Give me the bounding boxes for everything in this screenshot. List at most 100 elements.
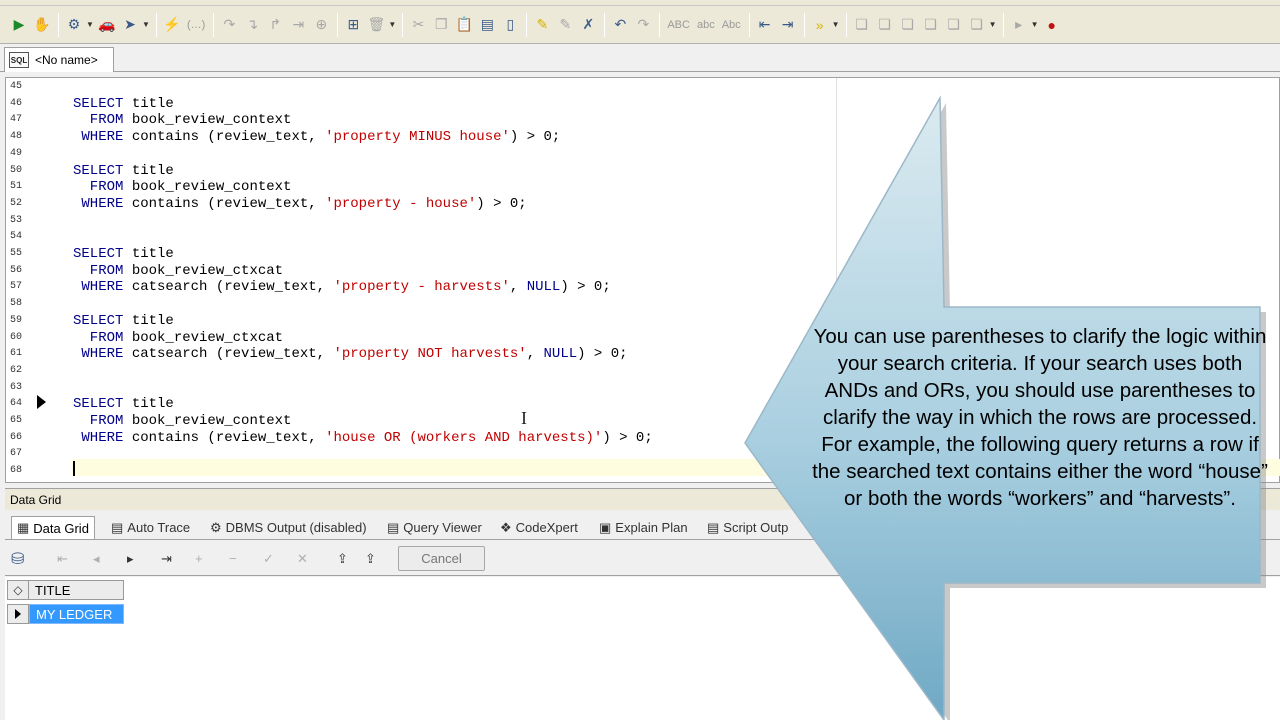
tab-data-grid[interactable]: ▦ Data Grid [11,516,95,539]
grid-corner-icon[interactable]: ◇ [7,580,29,600]
breakpoint-add-icon[interactable]: ⊕ [310,14,332,36]
window-icon[interactable]: ❏ [874,14,896,36]
format-icon[interactable]: ⚙ [63,14,85,36]
sql-text: ) > 0; [509,129,561,146]
sql-text: ) > 0; [577,346,628,363]
next-record-icon[interactable]: ▸ [127,551,134,567]
sql-keyword: SELECT [73,162,124,179]
car-icon[interactable]: 🚗 [96,14,118,36]
export-icon[interactable]: ⇪ [337,551,348,567]
sql-keyword: WHERE [73,195,124,212]
column-header-title[interactable]: TITLE [29,580,124,600]
document-tab-label: <No name> [35,53,98,67]
chevron-down-icon[interactable]: ▼ [388,20,398,29]
step-into-icon[interactable]: ↴ [241,14,263,36]
window-icon[interactable]: ❏ [920,14,942,36]
tab-query-viewer[interactable]: ▤ Query Viewer [382,516,487,539]
line-number: 48 [10,131,23,143]
sql-text: catsearch (review_text, [123,346,334,363]
record-icon[interactable]: ● [1041,14,1063,36]
chevron-down-icon[interactable]: ▼ [989,20,999,29]
chevron-down-icon[interactable]: ▼ [1031,20,1041,29]
table-cell[interactable]: MY LEDGER [29,604,124,624]
titlecase-icon[interactable]: Abc [719,14,744,36]
step-out-icon[interactable]: ↱ [264,14,286,36]
toolbar-separator [337,12,339,37]
indent-icon[interactable]: ⇤ [754,14,776,36]
cursor-icon[interactable]: ➤ [119,14,141,36]
window-icon[interactable]: ❏ [966,14,988,36]
sql-text: title [123,95,174,112]
window-icon[interactable]: ❏ [851,14,873,36]
document-tab[interactable]: SQL <No name> [4,47,114,72]
execute-icon[interactable]: ▶ [8,14,30,36]
run-icon[interactable]: ▸ [1008,14,1030,36]
ellipsis-icon[interactable]: (…) [184,14,208,36]
insert-record-icon[interactable]: + [195,551,203,566]
copy-icon[interactable]: ❐ [430,14,452,36]
tab-label: CodeXpert [515,520,578,535]
uppercase-icon[interactable]: ABC [664,14,693,36]
code-line: FROM book_review_context [73,179,292,196]
line-number: 52 [10,197,23,209]
stop-hand-icon[interactable]: ✋ [31,14,53,36]
sql-text: book_review_context [123,179,292,196]
import-icon[interactable]: ⇪ [365,551,376,567]
run-to-cursor-icon[interactable]: ⇥ [287,14,309,36]
sql-text: contains (review_text, [123,129,326,146]
main-toolbar: ▶ ✋ ⚙ ▼ 🚗 ➤ ▼ ⚡ (…) ↷ ↴ ↱ ⇥ ⊕ ⊞ 🗑 ▼ ✂ ❐ … [0,6,1280,44]
prior-record-icon[interactable]: ◂ [93,551,100,567]
fast-forward-icon[interactable]: » [809,14,831,36]
sql-string: 'property - house' [325,195,477,212]
chevron-down-icon[interactable]: ▼ [142,20,152,29]
highlighter-icon[interactable]: ✎ [531,14,553,36]
redo-icon[interactable]: ↷ [632,14,654,36]
tab-dbms-output-disabled[interactable]: ⚙ DBMS Output (disabled) [205,516,372,539]
sql-keyword: SELECT [73,95,124,112]
line-number: 46 [10,97,23,109]
code-line: SELECT title [73,313,174,329]
tab-codexpert[interactable]: ❖ CodeXpert [495,516,583,539]
database-icon[interactable]: ⛁ [11,549,24,569]
lightning-icon[interactable]: ⚡ [161,14,183,36]
line-number: 65 [10,415,23,426]
sql-text: ) > 0; [476,195,527,212]
sql-keyword: SELECT [73,246,124,262]
step-over-icon[interactable]: ↷ [218,14,240,36]
line-number: 63 [10,381,23,393]
add-watch-icon[interactable]: ⊞ [342,14,364,36]
outdent-icon[interactable]: ⇥ [777,14,799,36]
first-record-icon[interactable]: ⇤ [57,551,68,567]
last-record-icon[interactable]: ⇥ [161,551,172,567]
sql-keyword: FROM [73,262,124,279]
new-document-icon[interactable]: ▯ [499,14,521,36]
window-icon[interactable]: ❏ [897,14,919,36]
sql-editor[interactable]: I 45 46 SELECT title 47 FROM book_review_co… [5,77,1280,483]
sql-keyword: WHERE [73,279,124,296]
sql-keyword: FROM [73,413,124,429]
document-icon: ▤ [387,519,400,535]
code-line: SELECT title [73,96,174,112]
grid-toolbar: ⛁ ⇤ ◂ ▸ ⇥ + − ✓ ✕ ⇪ ⇪ Cancel [5,541,1280,576]
clear-all-icon[interactable]: ✗ [577,14,599,36]
chevron-down-icon[interactable]: ▼ [86,20,96,29]
cancel-button[interactable]: Cancel [398,546,485,571]
window-icon[interactable]: ❏ [943,14,965,36]
trash-icon[interactable]: 🗑 [365,14,387,36]
sql-keyword: FROM [73,179,124,196]
paste-icon[interactable]: 📋 [453,14,475,36]
tab-explain-plan[interactable]: ▣ Explain Plan [594,516,693,539]
cancel-edit-icon[interactable]: ✕ [297,551,308,567]
delete-record-icon[interactable]: − [229,551,237,566]
undo-icon[interactable]: ↶ [609,14,631,36]
cut-icon[interactable]: ✂ [407,14,429,36]
clear-highlight-icon[interactable]: ✎ [554,14,576,36]
post-edit-icon[interactable]: ✓ [263,551,274,567]
right-margin-line [836,78,837,482]
lowercase-icon[interactable]: abc [694,14,718,36]
tab-auto-trace[interactable]: ▤ Auto Trace [106,516,195,539]
row-indicator[interactable] [7,604,29,624]
sql-table-icon[interactable]: ▤ [476,14,498,36]
tab-script-outp[interactable]: ▤ Script Outp [702,516,793,539]
chevron-down-icon[interactable]: ▼ [832,20,842,29]
